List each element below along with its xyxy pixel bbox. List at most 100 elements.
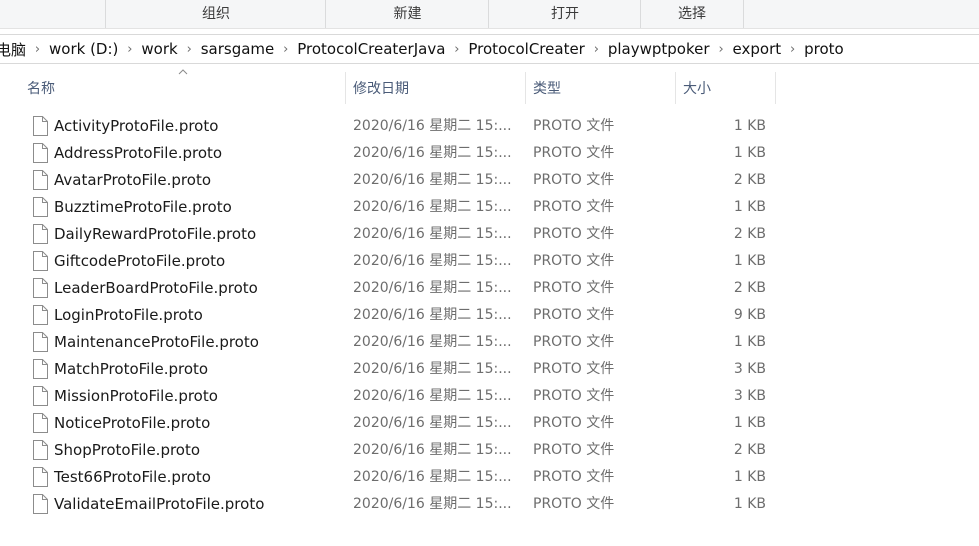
file-size: 2 KB <box>733 226 766 242</box>
file-icon <box>32 305 48 325</box>
chevron-right-icon[interactable]: › <box>710 42 733 57</box>
ribbon-group-label: 打开 <box>551 6 579 22</box>
file-row[interactable]: ActivityProtoFile.proto 2020/6/16 星期二 15:… <box>0 113 979 140</box>
file-icon <box>32 332 48 352</box>
breadcrumb-item-export[interactable]: export <box>733 40 782 58</box>
breadcrumb: 电脑 › work (D:) › work › sarsgame › Proto… <box>0 35 844 63</box>
file-size: 1 KB <box>733 469 766 485</box>
file-row[interactable]: LeaderBoardProtoFile.proto 2020/6/16 星期二 … <box>0 275 979 302</box>
breadcrumb-item-playwptpoker[interactable]: playwptpoker <box>608 40 710 58</box>
ribbon-group-label: 组织 <box>202 6 230 22</box>
file-modified-date: 2020/6/16 星期二 15:... <box>353 172 512 188</box>
file-modified-date: 2020/6/16 星期二 15:... <box>353 226 512 242</box>
breadcrumb-item-proto[interactable]: proto <box>804 40 844 58</box>
chevron-right-icon[interactable]: › <box>445 42 468 57</box>
sort-ascending-icon <box>178 69 188 75</box>
file-type: PROTO 文件 <box>533 172 615 188</box>
column-header-type[interactable]: 类型 <box>533 74 561 104</box>
ribbon-group-select[interactable]: 选择 <box>640 0 744 28</box>
file-size: 1 KB <box>733 496 766 512</box>
file-name: LoginProtoFile.proto <box>54 306 203 324</box>
file-name: Test66ProtoFile.proto <box>54 468 211 486</box>
file-name: DailyRewardProtoFile.proto <box>54 225 257 243</box>
file-row[interactable]: ValidateEmailProtoFile.proto 2020/6/16 星期… <box>0 491 979 518</box>
file-size: 2 KB <box>733 280 766 296</box>
file-row[interactable]: LoginProtoFile.proto 2020/6/16 星期二 15:...… <box>0 302 979 329</box>
column-divider[interactable] <box>525 72 526 104</box>
file-size: 2 KB <box>733 172 766 188</box>
file-size: 3 KB <box>733 361 766 377</box>
file-modified-date: 2020/6/16 星期二 15:... <box>353 253 512 269</box>
ribbon-group-new[interactable]: 新建 <box>325 0 489 28</box>
file-type: PROTO 文件 <box>533 307 615 323</box>
chevron-right-icon[interactable]: › <box>178 42 201 57</box>
file-row[interactable]: BuzztimeProtoFile.proto 2020/6/16 星期二 15:… <box>0 194 979 221</box>
file-row[interactable]: AvatarProtoFile.proto 2020/6/16 星期二 15:..… <box>0 167 979 194</box>
chevron-right-icon[interactable]: › <box>274 42 297 57</box>
file-row[interactable]: NoticeProtoFile.proto 2020/6/16 星期二 15:..… <box>0 410 979 437</box>
file-icon <box>32 116 48 136</box>
ribbon-group-organize[interactable]: 组织 <box>105 0 326 28</box>
file-type: PROTO 文件 <box>533 199 615 215</box>
file-name: MatchProtoFile.proto <box>54 360 209 378</box>
file-modified-date: 2020/6/16 星期二 15:... <box>353 469 512 485</box>
file-row[interactable]: MatchProtoFile.proto 2020/6/16 星期二 15:...… <box>0 356 979 383</box>
file-row[interactable]: AddressProtoFile.proto 2020/6/16 星期二 15:.… <box>0 140 979 167</box>
file-size: 1 KB <box>733 118 766 134</box>
file-type: PROTO 文件 <box>533 388 615 404</box>
address-bar[interactable]: 电脑 › work (D:) › work › sarsgame › Proto… <box>0 34 979 64</box>
file-name: NoticeProtoFile.proto <box>54 414 211 432</box>
file-type: PROTO 文件 <box>533 415 615 431</box>
file-name: LeaderBoardProtoFile.proto <box>54 279 258 297</box>
file-name: ActivityProtoFile.proto <box>54 117 219 135</box>
file-icon <box>32 278 48 298</box>
file-icon <box>32 224 48 244</box>
file-row[interactable]: Test66ProtoFile.proto 2020/6/16 星期二 15:..… <box>0 464 979 491</box>
chevron-right-icon[interactable]: › <box>118 42 141 57</box>
breadcrumb-item-protocolcreaterjava[interactable]: ProtocolCreaterJava <box>297 40 445 58</box>
chevron-right-icon[interactable]: › <box>781 42 804 57</box>
ribbon-group-open[interactable]: 打开 <box>488 0 641 28</box>
file-row[interactable]: MissionProtoFile.proto 2020/6/16 星期二 15:.… <box>0 383 979 410</box>
file-icon <box>32 467 48 487</box>
file-modified-date: 2020/6/16 星期二 15:... <box>353 388 512 404</box>
column-divider[interactable] <box>775 72 776 104</box>
file-type: PROTO 文件 <box>533 118 615 134</box>
breadcrumb-item-this-pc[interactable]: 电脑 <box>0 39 26 60</box>
file-modified-date: 2020/6/16 星期二 15:... <box>353 496 512 512</box>
file-size: 1 KB <box>733 199 766 215</box>
file-size: 1 KB <box>733 415 766 431</box>
file-type: PROTO 文件 <box>533 253 615 269</box>
breadcrumb-item-drive[interactable]: work (D:) <box>49 40 118 58</box>
file-type: PROTO 文件 <box>533 145 615 161</box>
file-row[interactable]: ShopProtoFile.proto 2020/6/16 星期二 15:... P… <box>0 437 979 464</box>
column-header-modified[interactable]: 修改日期 <box>353 74 409 104</box>
ribbon-group-label: 新建 <box>393 6 422 22</box>
file-modified-date: 2020/6/16 星期二 15:... <box>353 307 512 323</box>
file-type: PROTO 文件 <box>533 496 615 512</box>
file-icon <box>32 359 48 379</box>
file-row[interactable]: MaintenanceProtoFile.proto 2020/6/16 星期二 … <box>0 329 979 356</box>
file-row[interactable]: GiftcodeProtoFile.proto 2020/6/16 星期二 15:… <box>0 248 979 275</box>
file-type: PROTO 文件 <box>533 280 615 296</box>
file-icon <box>32 143 48 163</box>
chevron-right-icon[interactable]: › <box>585 42 608 57</box>
breadcrumb-item-sarsgame[interactable]: sarsgame <box>201 40 275 58</box>
column-header-size[interactable]: 大小 <box>683 74 711 104</box>
breadcrumb-item-work[interactable]: work <box>141 40 177 58</box>
column-divider[interactable] <box>675 72 676 104</box>
file-size: 1 KB <box>733 334 766 350</box>
file-name: ValidateEmailProtoFile.proto <box>54 495 265 513</box>
breadcrumb-item-protocolcreater[interactable]: ProtocolCreater <box>468 40 584 58</box>
file-name: GiftcodeProtoFile.proto <box>54 252 226 270</box>
file-type: PROTO 文件 <box>533 442 615 458</box>
column-header-name[interactable]: 名称 <box>27 74 55 104</box>
file-list: ActivityProtoFile.proto 2020/6/16 星期二 15:… <box>0 113 979 518</box>
file-icon <box>32 197 48 217</box>
column-divider[interactable] <box>345 72 346 104</box>
file-size: 3 KB <box>733 388 766 404</box>
chevron-right-icon[interactable]: › <box>26 42 49 57</box>
file-icon <box>32 494 48 514</box>
file-row[interactable]: DailyRewardProtoFile.proto 2020/6/16 星期二 … <box>0 221 979 248</box>
file-size: 1 KB <box>733 145 766 161</box>
